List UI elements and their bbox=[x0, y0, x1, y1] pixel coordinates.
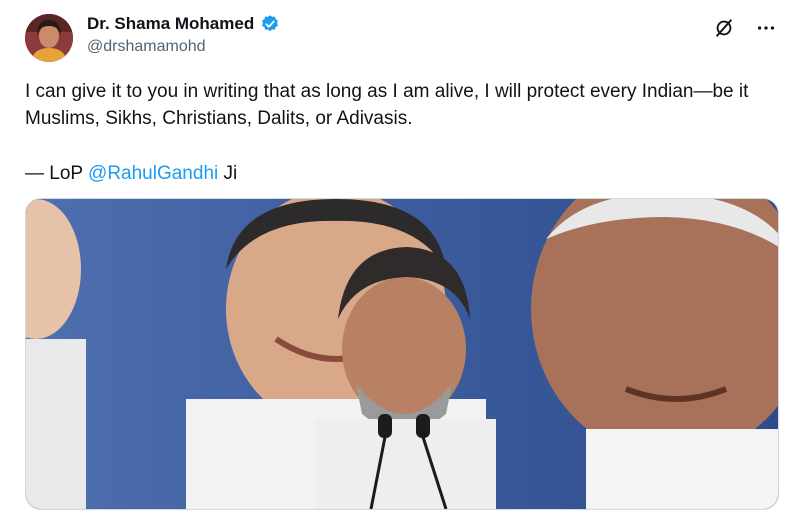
avatar[interactable] bbox=[25, 14, 73, 62]
tweet-actions-top bbox=[712, 16, 778, 40]
author-name-row: Dr. Shama Mohamed bbox=[87, 14, 280, 34]
grok-icon[interactable] bbox=[712, 16, 736, 40]
tweet-signoff: — LoP @RahulGandhi Ji bbox=[25, 160, 237, 187]
tweet-media-image[interactable] bbox=[25, 198, 779, 510]
signoff-prefix: — LoP bbox=[25, 163, 89, 184]
verified-badge-icon bbox=[260, 14, 280, 34]
author-handle[interactable]: @drshamamohd bbox=[87, 38, 206, 56]
mention-link[interactable]: @RahulGandhi bbox=[88, 163, 218, 184]
signoff-suffix: Ji bbox=[218, 163, 238, 184]
tweet-text: I can give it to you in writing that as … bbox=[25, 81, 749, 129]
display-name[interactable]: Dr. Shama Mohamed bbox=[87, 14, 254, 34]
more-options-icon[interactable] bbox=[754, 16, 778, 40]
